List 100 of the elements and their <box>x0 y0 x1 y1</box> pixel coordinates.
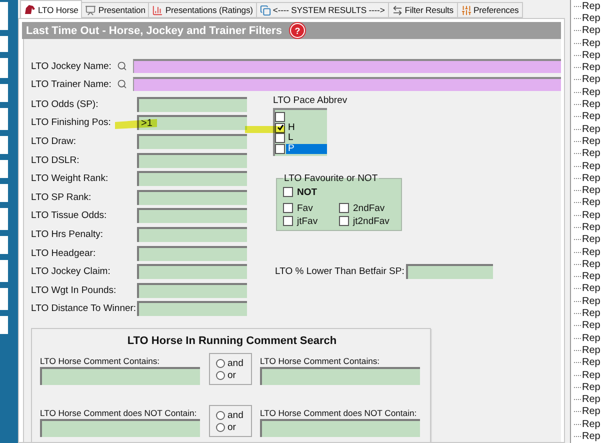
tree-item[interactable]: Rep <box>582 62 600 74</box>
input-field[interactable] <box>137 208 247 224</box>
tree-item[interactable]: Rep <box>582 357 600 368</box>
tree-item[interactable]: Rep <box>582 382 600 393</box>
field-label: LTO Trainer Name: <box>31 78 112 90</box>
tree-item[interactable]: Rep <box>582 111 600 122</box>
highlight-mark <box>114 118 158 130</box>
radio-button[interactable] <box>216 358 224 368</box>
tab[interactable]: <---- SYSTEM RESULTS ----> <box>256 2 389 18</box>
arrows-icon <box>392 4 403 16</box>
list-item[interactable]: P <box>286 144 327 154</box>
tree-item[interactable]: Rep <box>582 308 600 320</box>
tree-item[interactable]: Rep <box>582 234 600 246</box>
tree-item[interactable]: Rep <box>582 136 600 147</box>
tree-item[interactable]: Rep <box>582 210 600 221</box>
input-field[interactable] <box>137 152 247 168</box>
input-field[interactable] <box>260 419 420 438</box>
checkbox[interactable] <box>283 187 293 198</box>
radio-button[interactable] <box>216 370 224 380</box>
tab[interactable]: Presentations (Ratings) <box>148 2 257 18</box>
tab[interactable]: Presentation <box>81 2 150 18</box>
tree-item[interactable]: Rep <box>582 320 600 332</box>
tree-item[interactable]: Rep <box>582 332 600 344</box>
tree-item[interactable]: Rep <box>582 222 600 233</box>
input-field[interactable] <box>137 171 247 186</box>
field-label: LTO Odds (SP): <box>31 98 98 110</box>
tab[interactable]: Filter Results <box>388 2 458 18</box>
tree-item[interactable]: Rep <box>582 271 600 282</box>
checkbox[interactable] <box>339 203 349 214</box>
field-label: LTO Jockey Claim: <box>31 266 110 278</box>
tree-item[interactable]: Rep <box>582 370 600 381</box>
tree-item[interactable]: Rep <box>582 246 600 258</box>
input-field[interactable]: >1 <box>137 115 247 130</box>
input-field[interactable] <box>137 134 247 149</box>
tree-item[interactable]: Rep <box>582 418 600 430</box>
field-label: LTO Pace Abbrev <box>273 95 348 106</box>
search-icon[interactable] <box>117 61 127 71</box>
tree-item[interactable]: Rep <box>582 38 600 49</box>
panel-title: LTO Horse In Running Comment Search <box>126 335 338 348</box>
input-field[interactable] <box>133 59 561 73</box>
tab[interactable]: Preferences <box>456 2 523 18</box>
checkbox[interactable] <box>275 133 285 144</box>
field-label: LTO Draw: <box>31 136 76 147</box>
tree-item[interactable]: Rep <box>582 50 600 61</box>
tree-item[interactable]: Rep <box>582 394 600 406</box>
list-item[interactable]: H <box>286 122 327 133</box>
input-field[interactable] <box>260 367 420 386</box>
tree-item[interactable]: Rep <box>582 12 600 24</box>
field-label: LTO SP Rank: <box>31 192 92 203</box>
help-button[interactable]: ? <box>290 23 305 38</box>
tree-item[interactable]: Rep <box>582 185 600 196</box>
tab[interactable]: LTO Horse <box>20 0 82 18</box>
tree-item[interactable]: Rep <box>582 86 600 98</box>
field-label: LTO Weight Rank: <box>31 173 108 184</box>
input-field[interactable] <box>137 301 247 316</box>
input-field[interactable] <box>40 367 200 386</box>
tree-item[interactable]: Rep <box>582 160 600 172</box>
tree-item[interactable]: Rep <box>582 74 600 86</box>
tree-item[interactable]: Rep <box>582 258 600 270</box>
checkbox[interactable] <box>283 203 293 214</box>
tree-item[interactable]: Rep <box>582 406 600 418</box>
tree-item[interactable]: Rep <box>582 0 600 12</box>
checkbox[interactable] <box>275 112 285 122</box>
tree-item[interactable]: Rep <box>582 148 600 160</box>
radio-button[interactable] <box>216 422 224 432</box>
checkbox[interactable] <box>283 216 293 226</box>
tree-item[interactable]: Rep <box>582 99 600 110</box>
chart-icon <box>152 4 164 16</box>
search-icon[interactable] <box>117 79 127 89</box>
tree-item[interactable]: Rep <box>582 283 600 294</box>
field-label: LTO Horse Comment Contains: <box>260 356 381 366</box>
tree-item[interactable]: Rep <box>582 431 600 442</box>
tree-item[interactable]: Rep <box>582 296 600 307</box>
list-item[interactable]: L <box>286 133 327 144</box>
input-field[interactable] <box>137 190 247 205</box>
input-field[interactable] <box>406 264 493 280</box>
input-field[interactable] <box>137 264 247 280</box>
checkbox[interactable] <box>275 144 285 154</box>
input-field[interactable] <box>137 282 247 298</box>
highlight-mark <box>245 126 285 133</box>
input-field[interactable] <box>137 96 247 112</box>
input-field[interactable] <box>137 226 247 242</box>
radio-label: and <box>228 410 244 421</box>
tree-item[interactable]: Rep <box>582 172 600 184</box>
checkbox-label: jtFav <box>297 216 318 227</box>
tree-item[interactable]: Rep <box>582 197 600 208</box>
tree-item[interactable]: Rep <box>582 25 600 36</box>
input-field[interactable] <box>133 77 561 91</box>
checkbox[interactable] <box>339 216 349 226</box>
checkbox-label: NOT <box>297 186 318 198</box>
list-box[interactable]: H L P <box>273 108 327 156</box>
radio-button[interactable] <box>216 410 224 420</box>
tree-item[interactable]: Rep <box>582 344 600 356</box>
input-field[interactable] <box>40 419 200 438</box>
field-label: LTO % Lower Than Betfair SP: <box>275 266 404 278</box>
input-field[interactable] <box>137 246 247 261</box>
radio-label: or <box>228 370 236 381</box>
tree-item[interactable]: Rep <box>582 124 600 135</box>
field-label: LTO Horse Comment does NOT Contain: <box>260 408 418 418</box>
presentation-icon <box>85 4 96 16</box>
